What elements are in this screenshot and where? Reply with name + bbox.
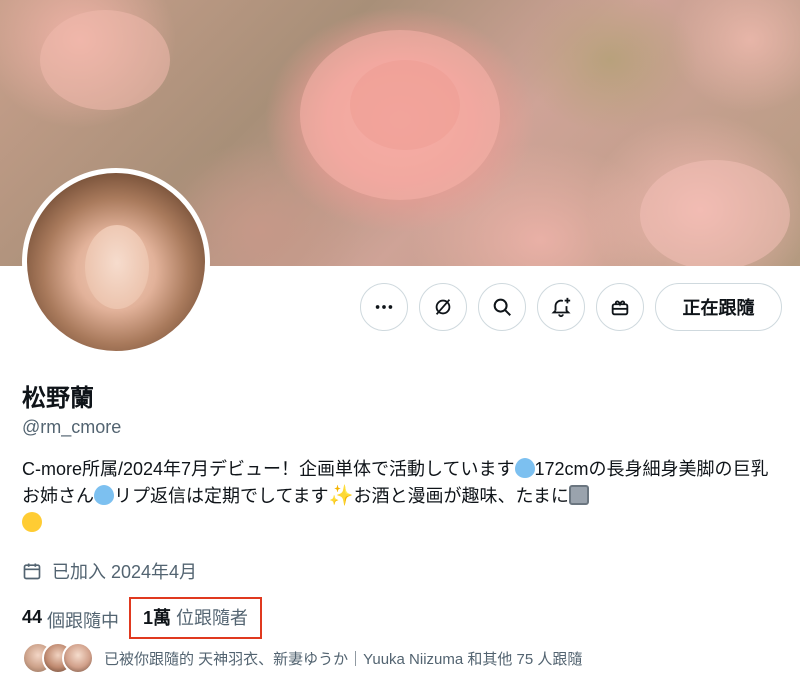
followers-count: 1萬 [143, 608, 172, 628]
join-date: 已加入 2024年4月 [22, 558, 197, 584]
grok-button[interactable] [419, 283, 467, 331]
sparkles-icon: ✨ [328, 485, 354, 507]
search-button[interactable] [478, 283, 526, 331]
more-horizontal-icon [375, 305, 393, 309]
followers-label: 位跟隨者 [176, 608, 249, 628]
followers-you-know-text: 已被你跟隨的 天神羽衣、新妻ゆうか｜Yuuka Niizuma 和其他 75 人… [104, 650, 583, 668]
following-link[interactable]: 44 個跟隨中 [22, 607, 119, 633]
bell-plus-icon [551, 297, 571, 318]
blue-heart-icon [94, 485, 114, 505]
following-button[interactable]: 正在跟隨 [655, 283, 782, 331]
profile-bio: C-more所属/2024年7月デビュー！企画単体で活動しています 172cmの長… [22, 456, 782, 537]
star-struck-icon [22, 512, 42, 532]
following-count: 44 [22, 606, 43, 627]
notify-button[interactable] [537, 283, 585, 331]
display-name: 松野蘭 [22, 385, 94, 412]
profile-actions: 正在跟隨 [0, 283, 800, 331]
gift-button[interactable] [596, 283, 644, 331]
avatar [62, 642, 94, 674]
follow-stats: 44 個跟隨中 1萬 位跟隨者 [22, 597, 263, 639]
more-button[interactable] [360, 283, 408, 331]
blue-heart-icon [514, 458, 535, 478]
banner-rose-shape [40, 10, 170, 110]
banner-rose-shape [350, 60, 460, 150]
bio-text: C-more所属/2024年7月デビュー！企画単体で活動しています [22, 459, 515, 479]
followers-you-know[interactable]: 已被你跟隨的 天神羽衣、新妻ゆうか｜Yuuka Niizuma 和其他 75 人… [22, 642, 582, 674]
gift-icon [611, 300, 629, 316]
user-handle: @rm_cmore [22, 417, 122, 437]
following-label: 個跟隨中 [47, 610, 120, 631]
bio-text: お酒と漫画が趣味、たまに [353, 486, 569, 506]
search-icon [493, 298, 511, 316]
slot-machine-icon [568, 485, 589, 505]
grok-slash-icon [435, 299, 451, 315]
calendar-icon [23, 563, 41, 580]
mutual-avatars [22, 642, 96, 674]
bio-text: リプ返信は定期でしてます [114, 486, 329, 506]
followers-link[interactable]: 1萬 位跟隨者 [129, 597, 263, 639]
join-date-text: 已加入 2024年4月 [52, 562, 198, 582]
banner-rose-shape [640, 160, 790, 266]
